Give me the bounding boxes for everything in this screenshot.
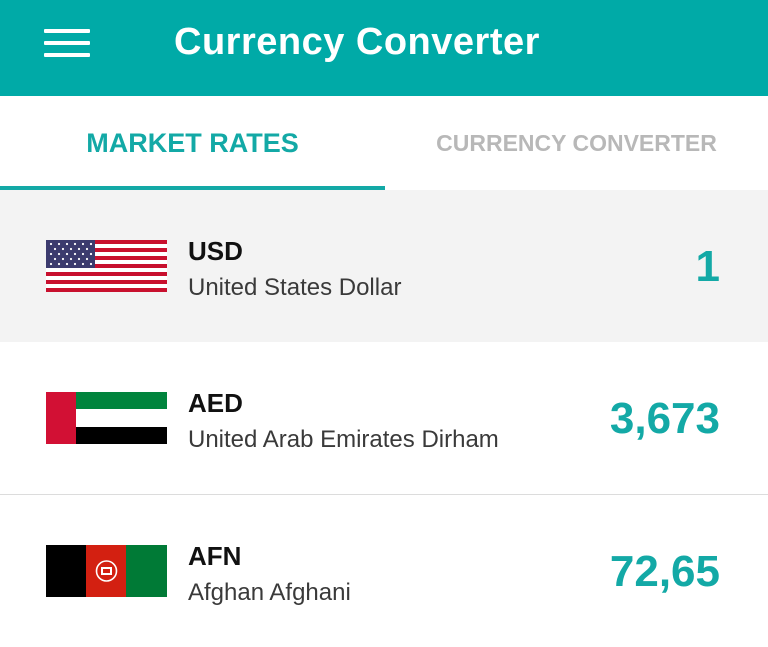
tab-market-rates[interactable]: MARKET RATES <box>0 96 385 190</box>
currency-code: AFN <box>188 541 242 571</box>
app-bar: Currency Converter <box>0 0 768 96</box>
currency-row-usd[interactable]: USD United States Dollar 1 <box>0 190 768 342</box>
currency-code: USD <box>188 236 243 266</box>
afghanistan-flag-icon <box>46 545 167 597</box>
us-flag-icon <box>46 240 167 292</box>
app-title: Currency Converter <box>174 21 540 63</box>
uae-flag-icon <box>46 392 167 444</box>
hamburger-menu-icon[interactable] <box>44 29 90 57</box>
currency-rate: 3,673 <box>609 394 720 443</box>
currency-row-aed[interactable]: AED United Arab Emirates Dirham 3,673 <box>0 342 768 494</box>
currency-rate: 1 <box>695 242 720 291</box>
currency-name: Afghan Afghani <box>188 579 351 606</box>
currency-name: United States Dollar <box>188 274 402 301</box>
tab-bar: MARKET RATES CURRENCY CONVERTER <box>0 96 768 190</box>
currency-rate: 72,65 <box>609 547 720 596</box>
tab-currency-converter[interactable]: CURRENCY CONVERTER <box>385 96 768 190</box>
currency-code: AED <box>188 388 243 418</box>
currency-name: United Arab Emirates Dirham <box>188 426 499 453</box>
currency-row-afn[interactable]: AFN Afghan Afghani 72,65 <box>0 495 768 647</box>
